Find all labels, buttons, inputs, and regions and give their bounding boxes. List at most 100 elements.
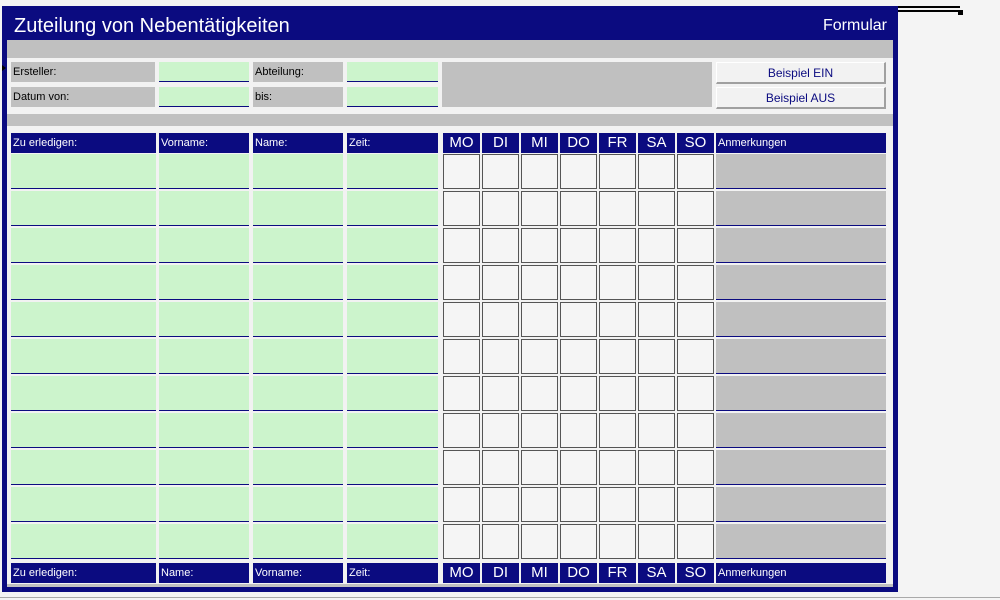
day-checkbox-cell[interactable] xyxy=(443,154,480,189)
day-checkbox-cell[interactable] xyxy=(521,450,558,485)
table-input-cell[interactable] xyxy=(11,191,156,226)
table-input-cell[interactable] xyxy=(347,524,438,559)
day-checkbox-cell[interactable] xyxy=(638,376,675,411)
beispiel-aus-button[interactable]: Beispiel AUS xyxy=(716,87,886,109)
day-checkbox-cell[interactable] xyxy=(638,413,675,448)
day-checkbox-cell[interactable] xyxy=(677,265,714,300)
table-input-cell[interactable] xyxy=(11,413,156,448)
day-checkbox-cell[interactable] xyxy=(599,339,636,374)
table-input-cell[interactable] xyxy=(253,191,343,226)
day-checkbox-cell[interactable] xyxy=(638,487,675,522)
table-input-cell[interactable] xyxy=(159,450,249,485)
day-checkbox-cell[interactable] xyxy=(482,339,519,374)
notes-cell[interactable] xyxy=(716,413,886,448)
day-checkbox-cell[interactable] xyxy=(677,487,714,522)
day-checkbox-cell[interactable] xyxy=(599,228,636,263)
day-checkbox-cell[interactable] xyxy=(677,413,714,448)
day-checkbox-cell[interactable] xyxy=(521,302,558,337)
day-checkbox-cell[interactable] xyxy=(521,191,558,226)
day-checkbox-cell[interactable] xyxy=(521,228,558,263)
table-input-cell[interactable] xyxy=(253,376,343,411)
bis-field[interactable] xyxy=(347,87,438,107)
day-checkbox-cell[interactable] xyxy=(677,228,714,263)
day-checkbox-cell[interactable] xyxy=(677,191,714,226)
day-checkbox-cell[interactable] xyxy=(560,265,597,300)
day-checkbox-cell[interactable] xyxy=(560,339,597,374)
table-input-cell[interactable] xyxy=(11,228,156,263)
day-checkbox-cell[interactable] xyxy=(560,154,597,189)
table-input-cell[interactable] xyxy=(253,228,343,263)
day-checkbox-cell[interactable] xyxy=(677,376,714,411)
day-checkbox-cell[interactable] xyxy=(560,376,597,411)
ersteller-field[interactable] xyxy=(159,62,249,82)
day-checkbox-cell[interactable] xyxy=(560,487,597,522)
table-input-cell[interactable] xyxy=(253,524,343,559)
day-checkbox-cell[interactable] xyxy=(560,191,597,226)
table-input-cell[interactable] xyxy=(11,265,156,300)
table-input-cell[interactable] xyxy=(253,339,343,374)
table-input-cell[interactable] xyxy=(347,487,438,522)
notes-cell[interactable] xyxy=(716,302,886,337)
day-checkbox-cell[interactable] xyxy=(638,524,675,559)
day-checkbox-cell[interactable] xyxy=(521,413,558,448)
table-input-cell[interactable] xyxy=(253,413,343,448)
day-checkbox-cell[interactable] xyxy=(677,524,714,559)
table-input-cell[interactable] xyxy=(11,302,156,337)
day-checkbox-cell[interactable] xyxy=(677,154,714,189)
day-checkbox-cell[interactable] xyxy=(599,524,636,559)
day-checkbox-cell[interactable] xyxy=(482,228,519,263)
day-checkbox-cell[interactable] xyxy=(638,154,675,189)
table-input-cell[interactable] xyxy=(347,450,438,485)
notes-cell[interactable] xyxy=(716,191,886,226)
day-checkbox-cell[interactable] xyxy=(443,413,480,448)
day-checkbox-cell[interactable] xyxy=(482,487,519,522)
table-input-cell[interactable] xyxy=(347,265,438,300)
day-checkbox-cell[interactable] xyxy=(482,524,519,559)
day-checkbox-cell[interactable] xyxy=(560,524,597,559)
table-input-cell[interactable] xyxy=(11,487,156,522)
table-input-cell[interactable] xyxy=(159,487,249,522)
day-checkbox-cell[interactable] xyxy=(521,376,558,411)
table-input-cell[interactable] xyxy=(11,524,156,559)
day-checkbox-cell[interactable] xyxy=(599,154,636,189)
day-checkbox-cell[interactable] xyxy=(482,413,519,448)
table-input-cell[interactable] xyxy=(159,154,249,189)
day-checkbox-cell[interactable] xyxy=(638,450,675,485)
day-checkbox-cell[interactable] xyxy=(482,265,519,300)
table-input-cell[interactable] xyxy=(253,487,343,522)
table-input-cell[interactable] xyxy=(253,302,343,337)
table-input-cell[interactable] xyxy=(159,228,249,263)
datum-von-field[interactable] xyxy=(159,87,249,107)
day-checkbox-cell[interactable] xyxy=(677,339,714,374)
day-checkbox-cell[interactable] xyxy=(560,228,597,263)
day-checkbox-cell[interactable] xyxy=(521,339,558,374)
table-input-cell[interactable] xyxy=(159,339,249,374)
day-checkbox-cell[interactable] xyxy=(638,339,675,374)
notes-cell[interactable] xyxy=(716,376,886,411)
notes-cell[interactable] xyxy=(716,228,886,263)
table-input-cell[interactable] xyxy=(11,339,156,374)
table-input-cell[interactable] xyxy=(11,376,156,411)
day-checkbox-cell[interactable] xyxy=(482,191,519,226)
day-checkbox-cell[interactable] xyxy=(443,487,480,522)
table-input-cell[interactable] xyxy=(347,302,438,337)
day-checkbox-cell[interactable] xyxy=(599,413,636,448)
day-checkbox-cell[interactable] xyxy=(638,191,675,226)
day-checkbox-cell[interactable] xyxy=(521,154,558,189)
beispiel-ein-button[interactable]: Beispiel EIN xyxy=(716,62,886,84)
notes-cell[interactable] xyxy=(716,524,886,559)
table-input-cell[interactable] xyxy=(11,154,156,189)
table-input-cell[interactable] xyxy=(347,228,438,263)
day-checkbox-cell[interactable] xyxy=(482,154,519,189)
day-checkbox-cell[interactable] xyxy=(443,450,480,485)
table-input-cell[interactable] xyxy=(253,450,343,485)
day-checkbox-cell[interactable] xyxy=(599,191,636,226)
day-checkbox-cell[interactable] xyxy=(599,302,636,337)
day-checkbox-cell[interactable] xyxy=(443,265,480,300)
day-checkbox-cell[interactable] xyxy=(599,265,636,300)
notes-cell[interactable] xyxy=(716,487,886,522)
table-input-cell[interactable] xyxy=(11,450,156,485)
notes-cell[interactable] xyxy=(716,450,886,485)
table-input-cell[interactable] xyxy=(347,154,438,189)
table-input-cell[interactable] xyxy=(347,339,438,374)
